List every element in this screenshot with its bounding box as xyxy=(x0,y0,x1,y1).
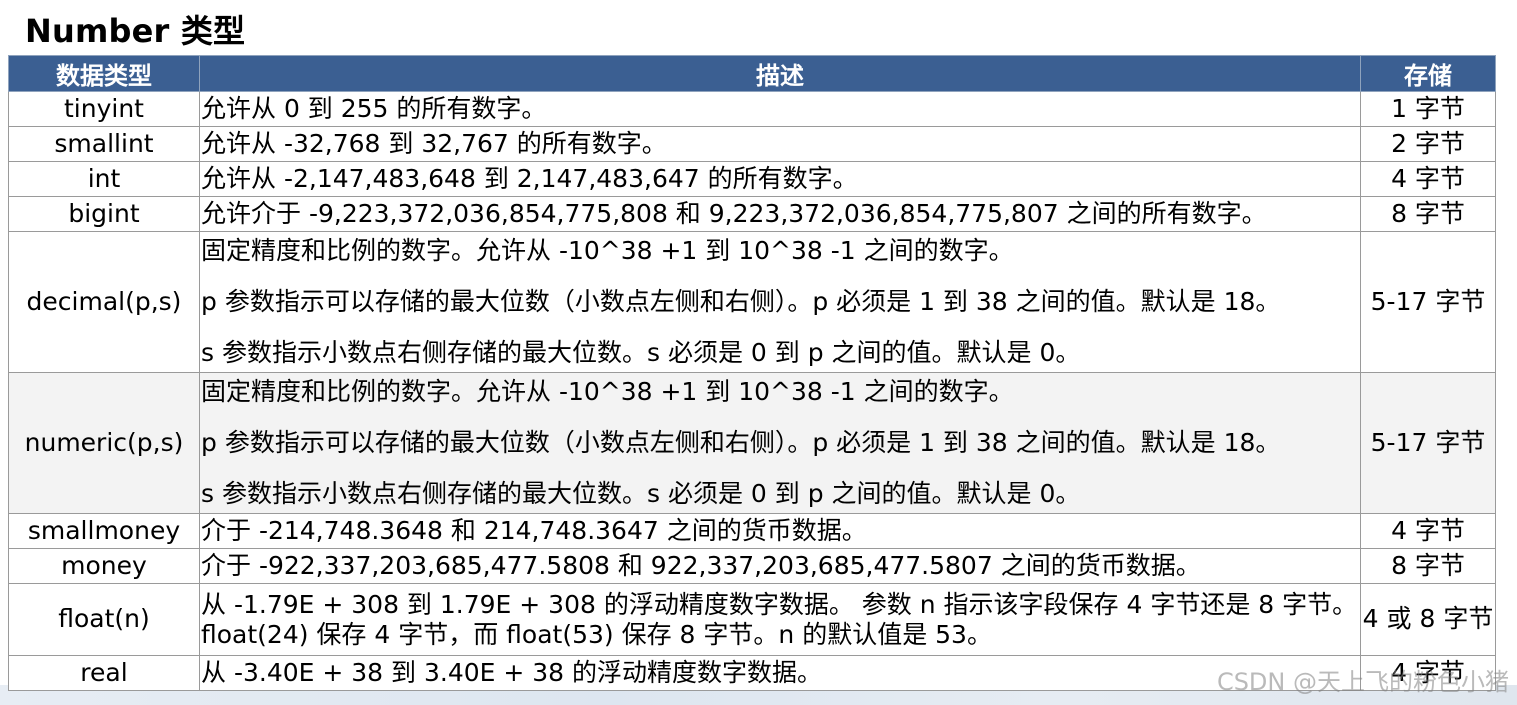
description-cell: 固定精度和比例的数字。允许从 -10^38 +1 到 10^38 -1 之间的数… xyxy=(199,231,1361,373)
table-row: float(n) 从 -1.79E + 308 到 1.79E + 308 的浮… xyxy=(8,583,1496,656)
table-row: bigint 允许介于 -9,223,372,036,854,775,808 和… xyxy=(8,196,1496,232)
header-description: 描述 xyxy=(199,55,1361,92)
description-line: p 参数指示可以存储的最大位数（小数点左侧和右侧）。p 必须是 1 到 38 之… xyxy=(201,428,1281,457)
table-header-row: 数据类型 描述 存储 xyxy=(8,55,1496,92)
type-cell: float(n) xyxy=(8,583,200,656)
description-cell: 从 -1.79E + 308 到 1.79E + 308 的浮动精度数字数据。 … xyxy=(199,583,1361,656)
description-line: 从 -1.79E + 308 到 1.79E + 308 的浮动精度数字数据。 … xyxy=(201,589,1358,619)
storage-cell: 1 字节 xyxy=(1360,91,1496,127)
type-cell: int xyxy=(8,161,200,197)
table-row: numeric(p,s) 固定精度和比例的数字。允许从 -10^38 +1 到 … xyxy=(8,372,1496,514)
description-line: 固定精度和比例的数字。允许从 -10^38 +1 到 10^38 -1 之间的数… xyxy=(201,236,1014,265)
table-row: smallint 允许从 -32,768 到 32,767 的所有数字。 2 字… xyxy=(8,126,1496,162)
storage-cell: 4 字节 xyxy=(1360,513,1496,549)
description-line: 固定精度和比例的数字。允许从 -10^38 +1 到 10^38 -1 之间的数… xyxy=(201,377,1014,406)
description-cell: 介于 -214,748.3648 和 214,748.3647 之间的货币数据。 xyxy=(199,513,1361,549)
type-cell: numeric(p,s) xyxy=(8,372,200,514)
description-cell: 从 -3.40E + 38 到 3.40E + 38 的浮动精度数字数据。 xyxy=(199,655,1361,691)
description-line: p 参数指示可以存储的最大位数（小数点左侧和右侧）。p 必须是 1 到 38 之… xyxy=(201,287,1281,316)
type-cell: money xyxy=(8,548,200,584)
storage-cell: 8 字节 xyxy=(1360,548,1496,584)
number-types-table: 数据类型 描述 存储 tinyint 允许从 0 到 255 的所有数字。 1 … xyxy=(8,55,1496,691)
page-title: Number 类型 xyxy=(25,12,246,50)
table-row: decimal(p,s) 固定精度和比例的数字。允许从 -10^38 +1 到 … xyxy=(8,231,1496,373)
description-line: s 参数指示小数点右侧存储的最大位数。s 必须是 0 到 p 之间的值。默认是 … xyxy=(201,338,1081,367)
description-cell: 允许介于 -9,223,372,036,854,775,808 和 9,223,… xyxy=(199,196,1361,232)
table-row: smallmoney 介于 -214,748.3648 和 214,748.36… xyxy=(8,513,1496,549)
description-cell: 允许从 -32,768 到 32,767 的所有数字。 xyxy=(199,126,1361,162)
type-cell: bigint xyxy=(8,196,200,232)
description-line: float(24) 保存 4 字节，而 float(53) 保存 8 字节。n … xyxy=(201,619,992,649)
header-data-type: 数据类型 xyxy=(8,55,200,92)
type-cell: tinyint xyxy=(8,91,200,127)
description-cell: 允许从 0 到 255 的所有数字。 xyxy=(199,91,1361,127)
type-cell: smallint xyxy=(8,126,200,162)
storage-cell: 2 字节 xyxy=(1360,126,1496,162)
type-cell: smallmoney xyxy=(8,513,200,549)
storage-cell: 5-17 字节 xyxy=(1360,231,1496,373)
description-cell: 固定精度和比例的数字。允许从 -10^38 +1 到 10^38 -1 之间的数… xyxy=(199,372,1361,514)
description-cell: 允许从 -2,147,483,648 到 2,147,483,647 的所有数字… xyxy=(199,161,1361,197)
table-row: tinyint 允许从 0 到 255 的所有数字。 1 字节 xyxy=(8,91,1496,127)
table-row: int 允许从 -2,147,483,648 到 2,147,483,647 的… xyxy=(8,161,1496,197)
storage-cell: 5-17 字节 xyxy=(1360,372,1496,514)
storage-cell: 4 或 8 字节 xyxy=(1360,583,1496,656)
description-line: s 参数指示小数点右侧存储的最大位数。s 必须是 0 到 p 之间的值。默认是 … xyxy=(201,479,1081,508)
storage-cell: 4 字节 xyxy=(1360,161,1496,197)
type-cell: real xyxy=(8,655,200,691)
table-row: money 介于 -922,337,203,685,477.5808 和 922… xyxy=(8,548,1496,584)
storage-cell: 8 字节 xyxy=(1360,196,1496,232)
description-cell: 介于 -922,337,203,685,477.5808 和 922,337,2… xyxy=(199,548,1361,584)
watermark-text: CSDN @天上飞的粉色小猪 xyxy=(1216,668,1509,696)
type-cell: decimal(p,s) xyxy=(8,231,200,373)
header-storage: 存储 xyxy=(1360,55,1496,92)
